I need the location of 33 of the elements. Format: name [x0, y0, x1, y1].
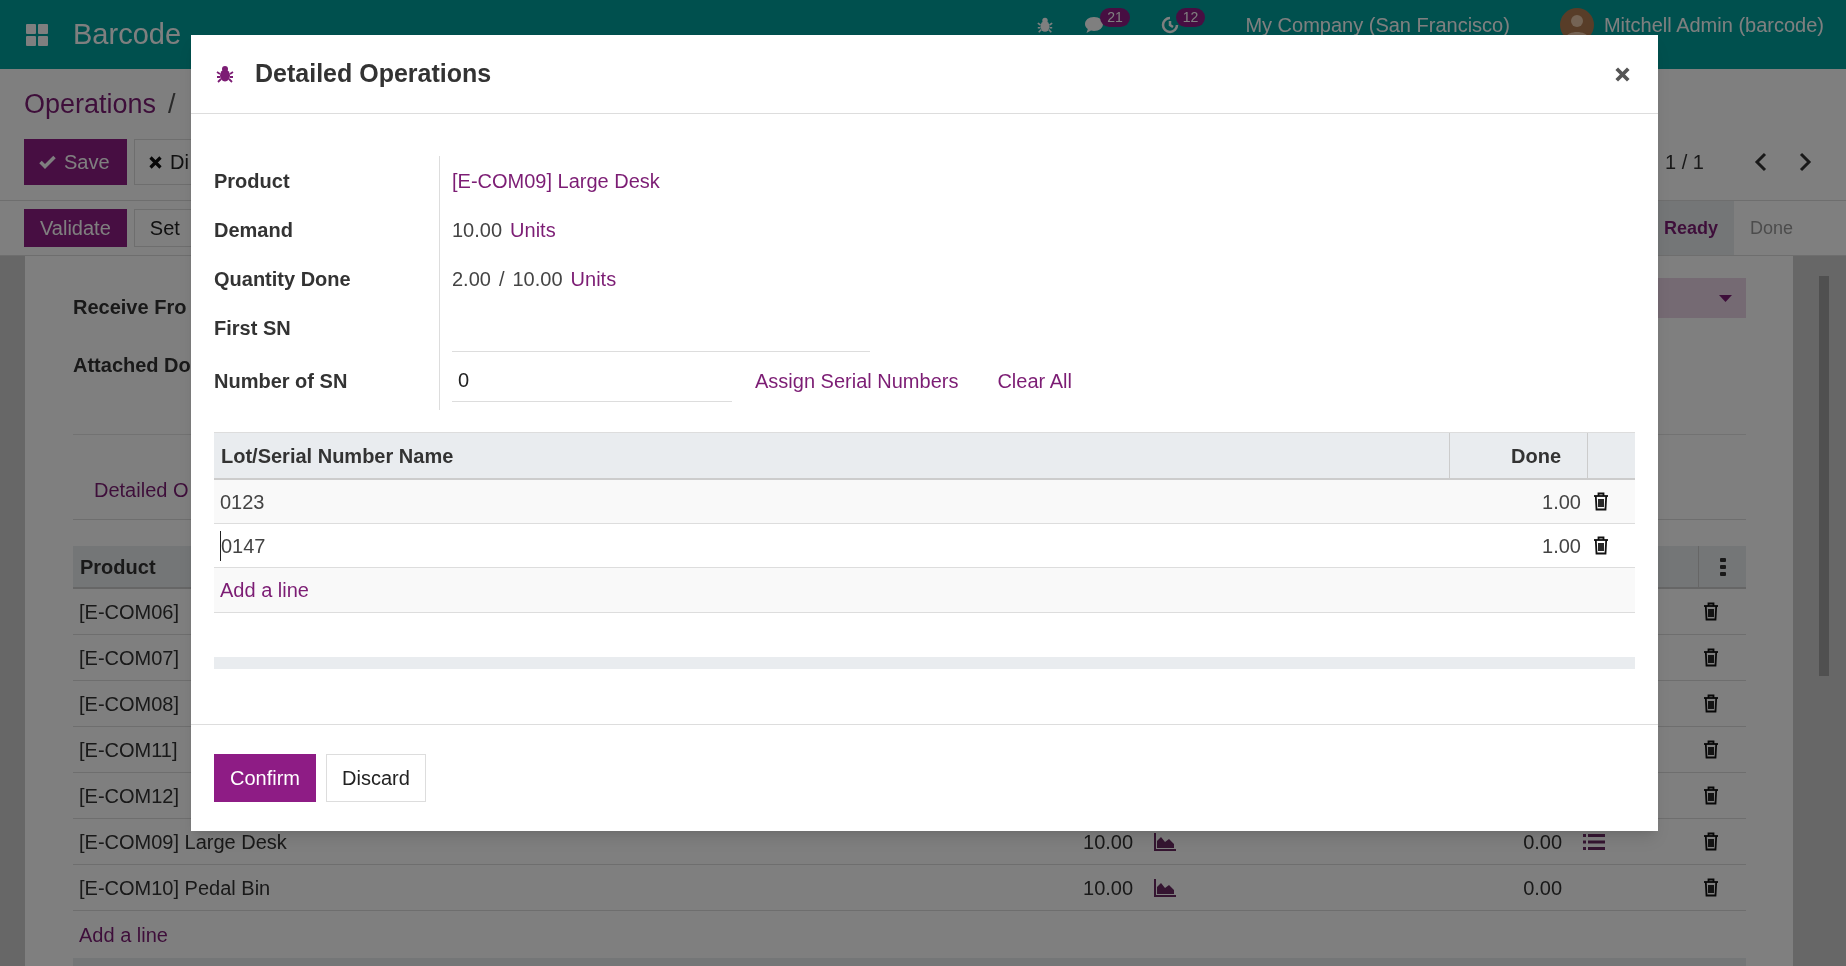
table-cell-text: 10.00	[1082, 875, 1134, 901]
column-header: Done	[1511, 443, 1561, 469]
field-value: /	[498, 266, 505, 292]
dialog-title: Detailed Operations	[255, 58, 492, 90]
table-cell-text: [E-COM12]	[79, 783, 180, 809]
table-cell-text: [E-COM09] Large Desk	[79, 829, 287, 855]
table-cell-text: 1.00	[1542, 489, 1581, 515]
table-cell-text: [E-COM06]	[79, 599, 180, 625]
table-cell-text: 1.00	[1542, 533, 1581, 559]
count-badge: 12	[1175, 7, 1206, 27]
field-label: Demand	[214, 217, 294, 243]
pager-value: 1 / 1	[1665, 150, 1704, 175]
field-label: Number of SN	[214, 369, 349, 394]
table-cell-text: 0.00	[1522, 875, 1563, 901]
breadcrumb-separator: /	[168, 87, 176, 121]
table-cell-text: 10.00	[1082, 829, 1134, 855]
field-label: Quantity Done	[214, 266, 352, 292]
table-cell-text: [E-COM10] Pedal Bin	[79, 875, 271, 901]
column-header: Product	[80, 554, 156, 580]
field-label: First SN	[214, 315, 292, 341]
count-badge: 21	[1100, 7, 1130, 27]
field-value: 2.00	[452, 266, 491, 292]
field-label: Receive Fro	[73, 295, 188, 320]
table-cell-text: 0123	[220, 489, 265, 515]
field-label: Product	[214, 168, 291, 194]
table-cell-text: 0.00	[1522, 829, 1563, 855]
column-header: Lot/Serial Number Name	[221, 443, 454, 469]
table-cell-text: [E-COM11]	[79, 737, 178, 763]
field-label: Attached Do	[73, 353, 191, 378]
table-cell-text: [E-COM07]	[79, 645, 180, 671]
field-value: 10.00	[512, 266, 563, 292]
field-value: 10.00	[452, 217, 503, 243]
table-cell-text: [E-COM08]	[79, 691, 180, 717]
